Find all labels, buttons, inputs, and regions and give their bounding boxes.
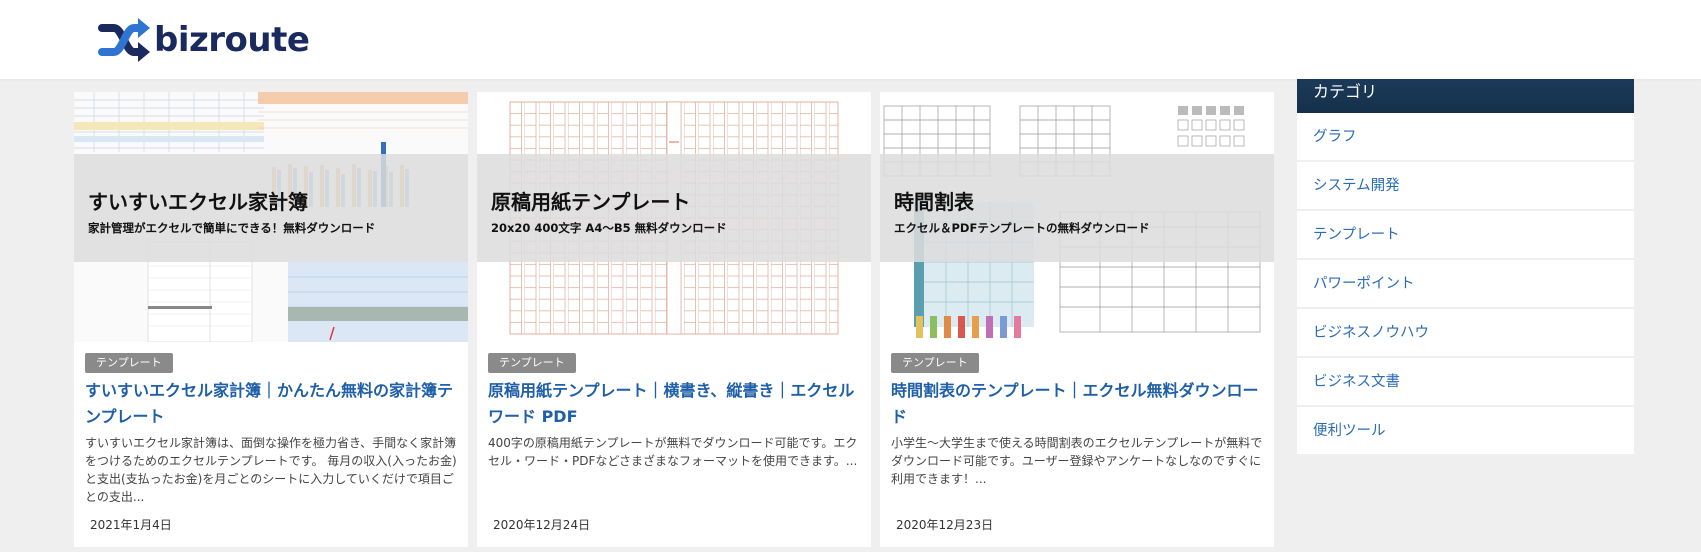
article-title[interactable]: 原稿用紙テンプレート｜横書き、縦書き｜エクセル ワード PDF	[488, 378, 864, 430]
category-link-tools[interactable]: 便利ツール	[1297, 407, 1634, 456]
site-header: bizroute	[0, 0, 1701, 79]
category-link-system-dev[interactable]: システム開発	[1297, 162, 1634, 211]
article-title[interactable]: 時間割表のテンプレート｜エクセル無料ダウンロード	[891, 378, 1267, 430]
article-card[interactable]: すいすいエクセル家計簿 家計管理がエクセルで簡単にできる！無料ダウンロード テン…	[74, 92, 468, 547]
sidebar-heading: カテゴリ	[1297, 79, 1634, 113]
thumbnail-subtitle: エクセル＆PDFテンプレートの無料ダウンロード	[894, 221, 1150, 235]
category-badge[interactable]: テンプレート	[85, 353, 173, 373]
category-link-graph[interactable]: グラフ	[1297, 113, 1634, 162]
thumbnail-title: 時間割表	[894, 190, 974, 214]
category-link-template[interactable]: テンプレート	[1297, 211, 1634, 260]
article-card[interactable]: 時間割表 エクセル＆PDFテンプレートの無料ダウンロード テンプレート 時間割表…	[880, 92, 1274, 547]
article-date: 2020年12月24日	[493, 518, 591, 532]
article-thumbnail[interactable]: すいすいエクセル家計簿 家計管理がエクセルで簡単にできる！無料ダウンロード	[74, 92, 468, 342]
category-link-powerpoint[interactable]: パワーポイント	[1297, 260, 1634, 309]
category-link-business-knowhow[interactable]: ビジネスノウハウ	[1297, 309, 1634, 358]
category-sidebar: カテゴリ グラフ システム開発 テンプレート パワーポイント ビジネスノウハウ …	[1297, 79, 1634, 456]
article-excerpt: 小学生〜大学生まで使える時間割表のエクセルテンプレートが無料でダウンロード可能で…	[891, 436, 1263, 486]
article-card[interactable]: 原稿用紙テンプレート 20x20 400文字 A4〜B5 無料ダウンロード テン…	[477, 92, 871, 547]
article-date: 2021年1月4日	[90, 518, 172, 532]
category-link-business-docs[interactable]: ビジネス文書	[1297, 358, 1634, 407]
article-excerpt: すいすいエクセル家計簿は、面倒な操作を極力省き、手間なく家計簿をつけるためのエク…	[85, 436, 457, 504]
shuffle-arrows-icon	[98, 18, 150, 62]
article-title[interactable]: すいすいエクセル家計簿｜かんたん無料の家計簿テンプレート	[85, 378, 461, 430]
thumbnail-title: 原稿用紙テンプレート	[491, 190, 691, 214]
article-thumbnail[interactable]: 原稿用紙テンプレート 20x20 400文字 A4〜B5 無料ダウンロード	[477, 92, 871, 342]
site-logo[interactable]: bizroute	[98, 16, 310, 64]
category-badge[interactable]: テンプレート	[891, 353, 979, 373]
article-thumbnail[interactable]: 時間割表 エクセル＆PDFテンプレートの無料ダウンロード	[880, 92, 1274, 342]
thumbnail-subtitle: 家計管理がエクセルで簡単にできる！無料ダウンロード	[88, 221, 376, 235]
category-list: グラフ システム開発 テンプレート パワーポイント ビジネスノウハウ ビジネス文…	[1297, 113, 1634, 456]
category-badge[interactable]: テンプレート	[488, 353, 576, 373]
logo-text: bizroute	[154, 20, 310, 60]
thumbnail-subtitle: 20x20 400文字 A4〜B5 無料ダウンロード	[491, 221, 727, 235]
article-date: 2020年12月23日	[896, 518, 994, 532]
thumbnail-title: すいすいエクセル家計簿	[88, 190, 308, 214]
article-excerpt: 400字の原稿用紙テンプレートが無料でダウンロード可能です。エクセル・ワード・P…	[488, 436, 858, 468]
